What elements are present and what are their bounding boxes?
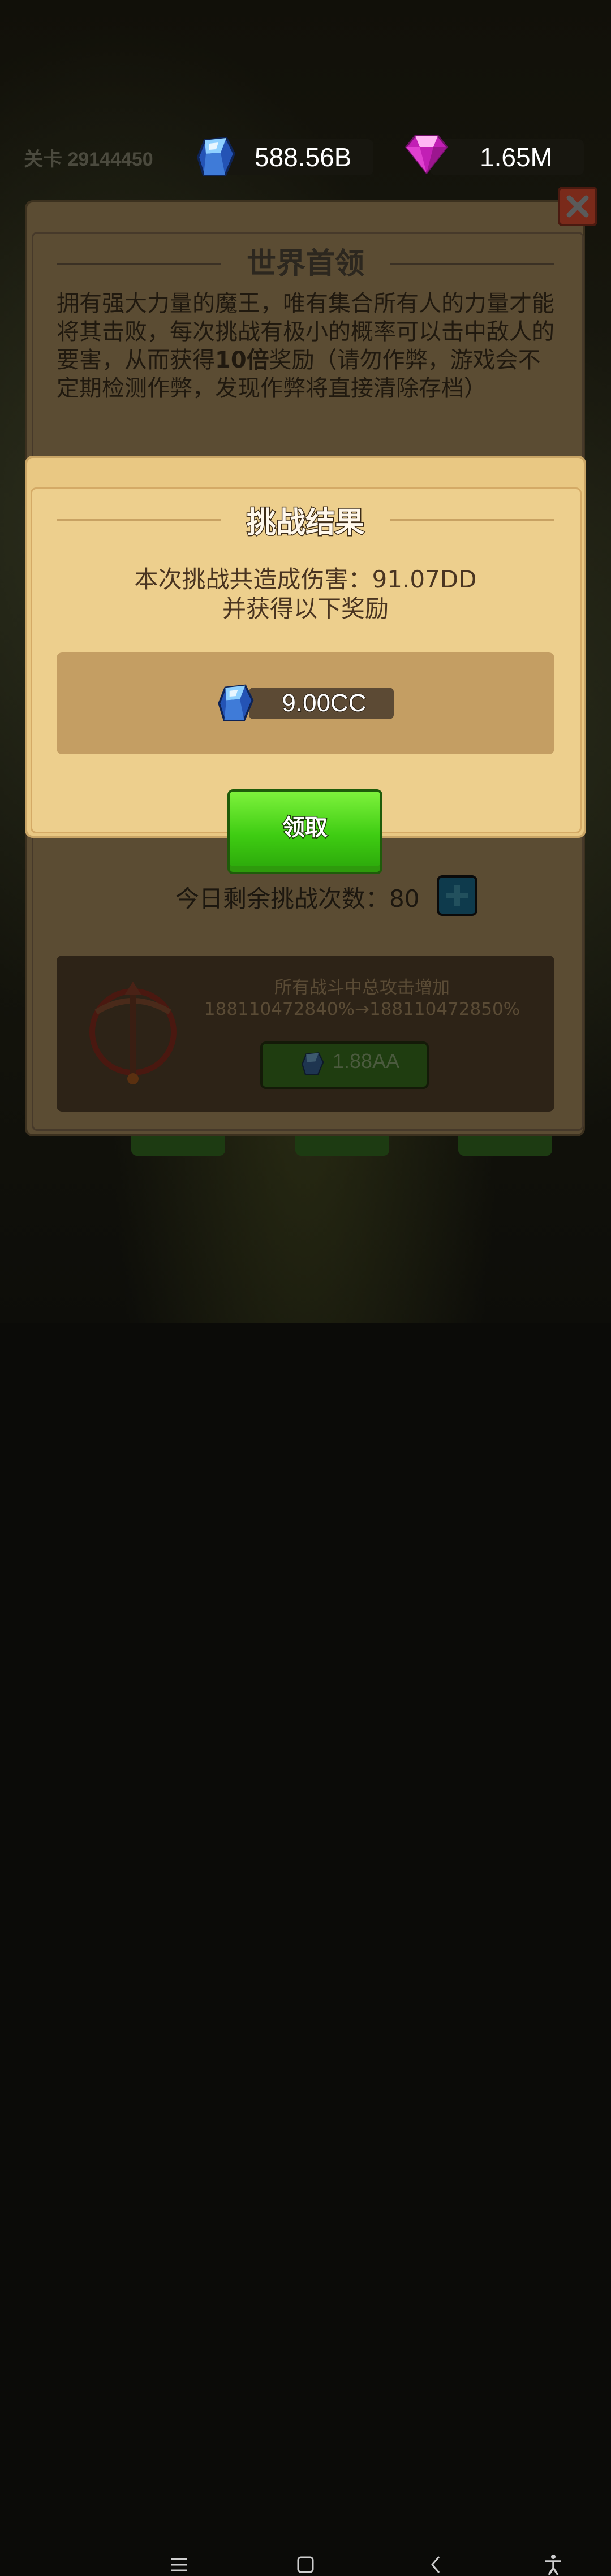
- upgrade-line-2: 188110472840%→188110472850%: [204, 999, 520, 1019]
- title-ornament-right: [390, 519, 554, 521]
- claim-button-label: 领取: [282, 814, 329, 842]
- level-label: 关卡 29144450: [24, 149, 153, 170]
- attack-upgrade-description: 所有战斗中总攻击增加 188110472840%→188110472850%: [170, 977, 554, 1020]
- view-button-stub-3[interactable]: [458, 1136, 552, 1156]
- blue-gem-icon: [218, 684, 254, 721]
- home-square-icon[interactable]: [295, 2553, 316, 2576]
- view-button-stub-2[interactable]: [295, 1136, 389, 1156]
- plus-icon-v: [454, 885, 460, 906]
- world-boss-description: 拥有强大力量的魔王，唯有集合所有人的力量才能将其击败，每次挑战有极小的概率可以击…: [57, 291, 554, 401]
- upgrade-line-1: 所有战斗中总攻击增加: [274, 978, 450, 998]
- blue-gem-count: 588.56B: [255, 142, 352, 172]
- remaining-attempts-label: 今日剩余挑战次数：80: [175, 885, 420, 913]
- close-icon: [566, 195, 589, 218]
- reward-amount: 9.00CC: [281, 689, 367, 718]
- world-boss-title: 世界首领: [246, 247, 364, 281]
- system-nav-bar: [0, 1272, 611, 2575]
- pink-diamond-icon: [405, 135, 448, 174]
- accessibility-icon[interactable]: [543, 2553, 563, 2576]
- close-button[interactable]: [558, 187, 597, 226]
- back-chevron-icon[interactable]: [425, 2553, 446, 2576]
- crossbow-icon: [89, 982, 177, 1084]
- blue-gem-icon: [301, 1052, 324, 1075]
- menu-icon[interactable]: [169, 2553, 189, 2576]
- view-button-stub-1[interactable]: [131, 1136, 225, 1156]
- add-attempts-button[interactable]: [437, 875, 477, 916]
- title-ornament-left: [57, 519, 221, 521]
- damage-summary: 本次挑战共造成伤害：91.07DD: [134, 565, 477, 593]
- upgrade-cost: 1.88AA: [333, 1049, 400, 1073]
- blue-gem-icon: [196, 136, 236, 176]
- reward-heading: 并获得以下奖励: [222, 595, 389, 623]
- pink-gem-count: 1.65M: [480, 142, 552, 172]
- dialog-title: 挑战结果: [246, 505, 365, 541]
